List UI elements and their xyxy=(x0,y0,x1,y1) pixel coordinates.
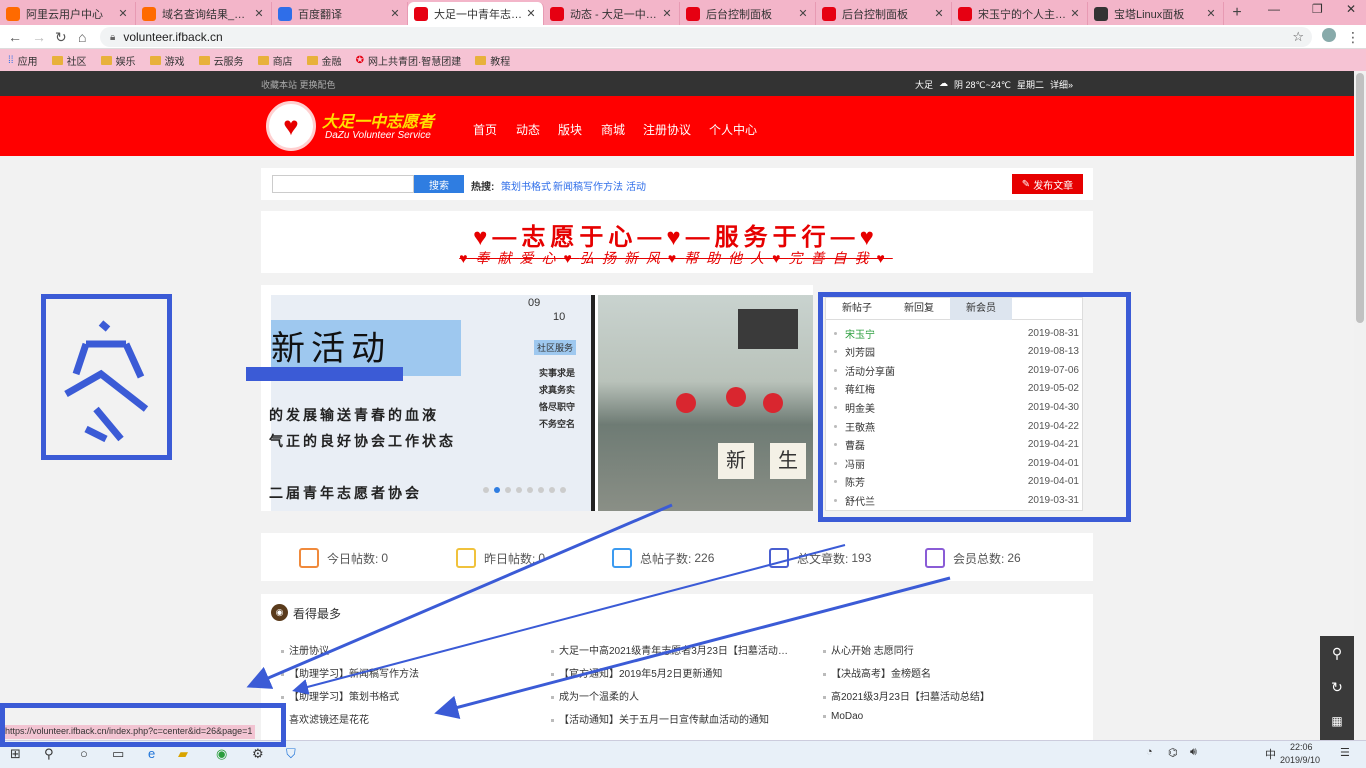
annotation-arrows xyxy=(246,503,951,720)
